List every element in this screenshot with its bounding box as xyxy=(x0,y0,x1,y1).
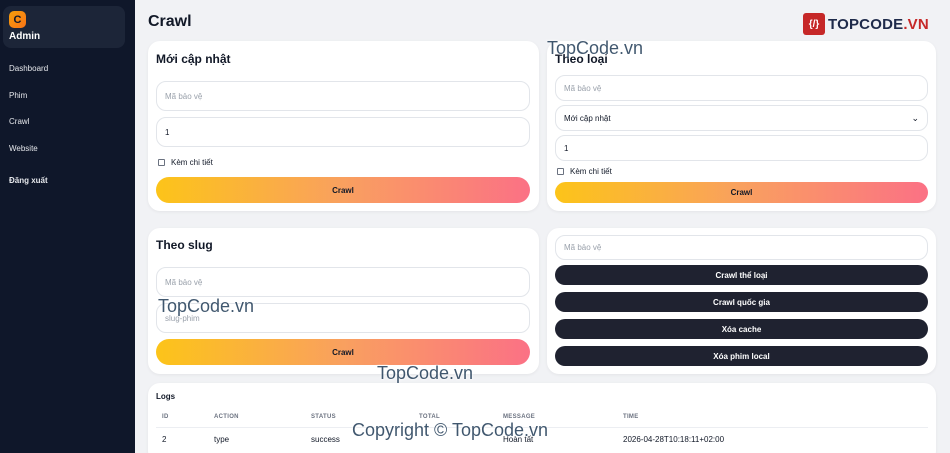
brand-logo-icon: C xyxy=(9,11,26,28)
latest-card-title: Mới cập nhật xyxy=(156,52,231,66)
slug-crawl-button[interactable]: Crawl xyxy=(156,339,530,365)
latest-pages-input[interactable]: 1 xyxy=(156,117,530,147)
log-time: 2026-04-28T10:18:11+02:00 xyxy=(623,435,725,444)
logs-col-status: STATUS xyxy=(311,414,336,420)
logs-col-message: MESSAGE xyxy=(503,414,536,420)
checkbox-icon[interactable] xyxy=(557,168,564,175)
category-detail-label: Kèm chi tiết xyxy=(570,167,612,176)
category-detail-checkbox[interactable]: Kèm chi tiết xyxy=(557,167,612,176)
logs-header-divider xyxy=(156,427,928,428)
log-status: success xyxy=(311,435,340,444)
chevron-down-icon: ⌄ xyxy=(911,112,919,123)
category-card-title: Theo loại xyxy=(555,52,608,66)
slug-key-input[interactable]: Mã bảo vệ xyxy=(156,267,530,297)
page-title: Crawl xyxy=(148,13,192,30)
logs-col-id: ID xyxy=(162,414,169,420)
log-message: Hoàn tất xyxy=(503,435,534,444)
log-id: 2 xyxy=(162,435,167,444)
brand-name: Admin xyxy=(9,31,41,42)
logs-col-total: TOTAL xyxy=(419,414,440,420)
sidebar-nav: Dashboard Phim Crawl Website xyxy=(0,60,135,166)
latest-crawl-button[interactable]: Crawl xyxy=(156,177,530,203)
sidebar-item-dashboard[interactable]: Dashboard xyxy=(0,60,135,87)
slug-card-title: Theo slug xyxy=(156,238,213,252)
topcode-logo: {/} TOPCODE.VN xyxy=(803,13,929,35)
sidebar-item-crawl[interactable]: Crawl xyxy=(0,113,135,140)
category-pages-input[interactable]: 1 xyxy=(555,135,928,161)
crawl-genres-button[interactable]: Crawl thể loại xyxy=(555,265,928,285)
latest-detail-checkbox[interactable]: Kèm chi tiết xyxy=(158,158,213,167)
clear-cache-button[interactable]: Xóa cache xyxy=(555,319,928,339)
delete-local-movies-button[interactable]: Xóa phim local xyxy=(555,346,928,366)
logs-title: Logs xyxy=(156,392,176,401)
logo-text-main: TOPCODE xyxy=(828,15,904,33)
logo-text: TOPCODE.VN xyxy=(828,16,929,33)
logo-text-domain: .VN xyxy=(903,15,929,33)
log-action: type xyxy=(214,435,230,444)
brand-block[interactable]: C Admin xyxy=(3,6,125,48)
category-key-input[interactable]: Mã bảo vệ xyxy=(555,75,928,101)
logs-col-action: ACTION xyxy=(214,414,239,420)
latest-key-input[interactable]: Mã bảo vệ xyxy=(156,81,530,111)
category-type-select[interactable]: Mới cập nhật ⌄ xyxy=(555,105,928,131)
sidebar-item-website[interactable]: Website xyxy=(0,140,135,167)
slug-input[interactable]: slug-phim xyxy=(156,303,530,333)
logs-card xyxy=(148,383,936,453)
sidebar-item-phim[interactable]: Phim xyxy=(0,87,135,114)
code-bracket-icon: {/} xyxy=(803,13,825,35)
category-type-value: Mới cập nhật xyxy=(564,113,611,123)
logs-col-time: TIME xyxy=(623,414,639,420)
sidebar: C Admin Dashboard Phim Crawl Website Đăn… xyxy=(0,0,135,453)
crawl-countries-button[interactable]: Crawl quốc gia xyxy=(555,292,928,312)
tools-key-input[interactable]: Mã bảo vệ xyxy=(555,235,928,260)
category-crawl-button[interactable]: Crawl xyxy=(555,182,928,203)
checkbox-icon[interactable] xyxy=(158,159,165,166)
logout-link[interactable]: Đăng xuất xyxy=(9,176,48,185)
latest-detail-label: Kèm chi tiết xyxy=(171,158,213,167)
